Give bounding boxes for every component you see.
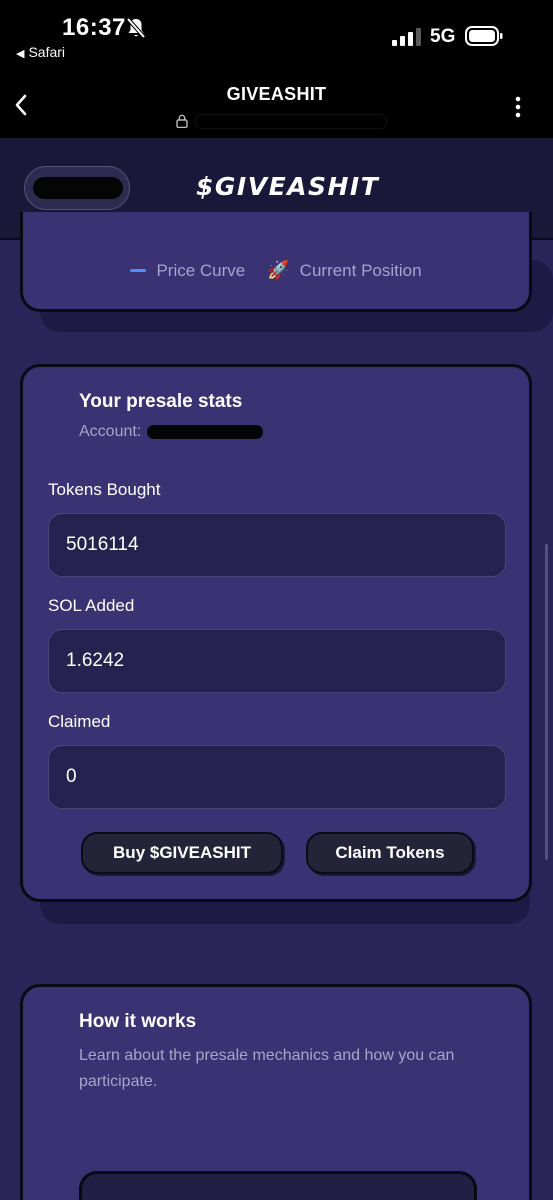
browser-page-title: GIVEASHIT [226,84,327,104]
back-app-label: Safari [28,44,66,60]
tokens-bought-field: 5016114 [48,513,506,577]
status-bar: 16:37 ◀ Safari 5G [0,0,553,70]
claimed-value: 0 [66,766,77,787]
legend-label: Price Curve [156,260,246,280]
presale-stats-card: Your presale stats Account: Tokens Bough… [20,364,532,902]
sol-added-value: 1.6242 [66,650,125,671]
account-label: Account: [79,423,142,440]
site-logo: $GIVEASHIT [196,172,380,201]
lock-icon [176,114,188,128]
network-label: 5G [430,26,456,47]
battery-icon [465,26,503,46]
line-icon [130,269,147,272]
legend-item-current-position: 🚀 Current Position [267,260,421,281]
how-it-works-title: How it works [79,1011,197,1032]
legend-item-price-curve: Price Curve [130,261,245,281]
rocket-icon: 🚀 [267,260,290,280]
wallet-button[interactable] [24,166,130,210]
back-triangle-icon: ◀ [16,48,25,60]
how-it-works-card: How it works Learn about the presale mec… [20,984,532,1200]
back-to-app-link[interactable]: ◀ Safari [16,44,65,60]
claimed-field: 0 [48,745,506,809]
how-it-works-description: Learn about the presale mechanics and ho… [79,1047,455,1090]
claim-tokens-button[interactable]: Claim Tokens [306,832,474,874]
chart-card: Price Curve 🚀 Current Position [20,212,532,312]
bell-muted-icon [126,17,146,39]
stats-title: Your presale stats [79,391,243,412]
more-vertical-icon[interactable] [512,96,524,118]
how-it-works-inner-panel [79,1171,477,1200]
wallet-address-redaction [33,177,123,199]
sol-added-field: 1.6242 [48,629,506,693]
field-label-sol-added: SOL Added [48,596,135,615]
stats-account: Account: [79,423,264,441]
browser-url[interactable] [176,112,396,130]
url-redaction [196,115,386,128]
legend-label: Current Position [299,260,422,280]
status-time: 16:37 [62,14,126,41]
signal-icon [392,28,421,46]
field-label-claimed: Claimed [48,712,111,731]
browser-header: GIVEASHIT [0,70,553,138]
buy-button[interactable]: Buy $GIVEASHIT [81,832,283,874]
tokens-bought-value: 5016114 [66,534,139,555]
page: 16:37 ◀ Safari 5G GIVEASHIT $GIVEASHIT P… [0,0,553,1200]
account-redaction [147,424,264,439]
scrollbar[interactable] [545,544,548,860]
chart-legend: Price Curve 🚀 Current Position [23,260,529,281]
field-label-tokens-bought: Tokens Bought [48,480,161,499]
